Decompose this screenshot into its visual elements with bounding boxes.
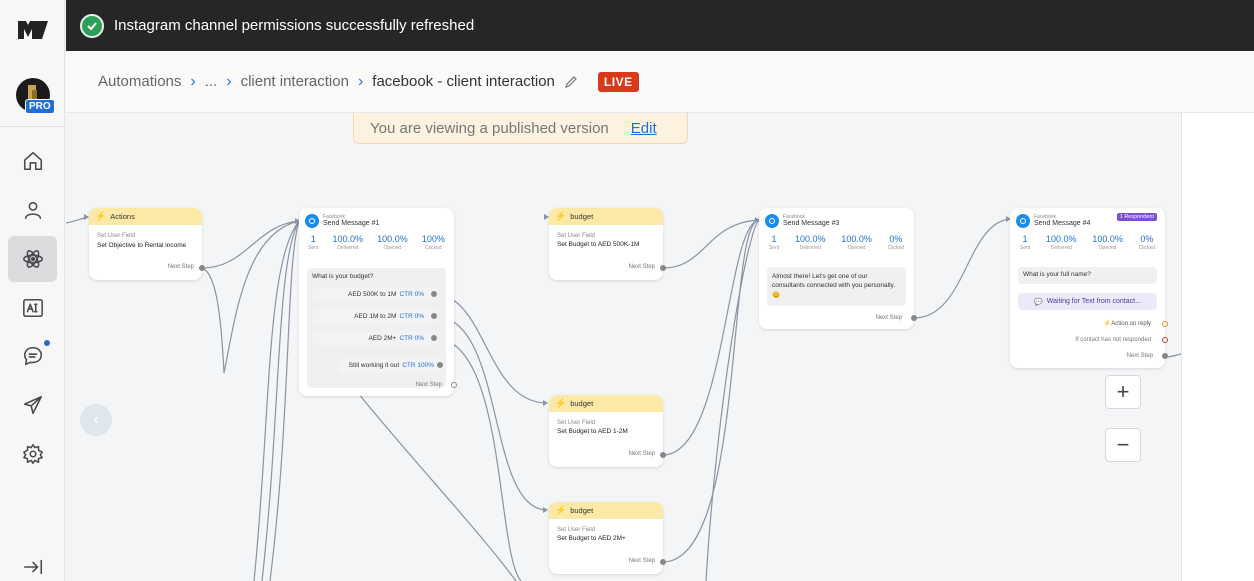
messenger-icon [1016, 214, 1030, 228]
published-version-banner: You are viewing a published version Edit [353, 113, 688, 144]
sidebar: PRO [0, 0, 65, 581]
flow-canvas[interactable]: You are viewing a published version Edit… [66, 113, 1181, 581]
collapse-sidebar-icon[interactable] [8, 556, 57, 581]
waiting-for-reply: 💬 Waiting for Text from contact... [1018, 293, 1157, 310]
timeout-port[interactable] [1162, 337, 1168, 343]
pencil-icon[interactable] [564, 75, 578, 89]
message-stats: 1 Sent 100.0% Delivered 100.0% Opened 0% Cli… [768, 234, 905, 251]
notification-dot [44, 340, 50, 346]
field-label: Set User Field [97, 233, 136, 239]
reply-port[interactable] [1162, 321, 1168, 327]
reply-button-1[interactable]: AED 500K to 1M CTR 0% [313, 287, 438, 302]
breadcrumb: Automations › ... › client interaction ›… [66, 51, 1254, 113]
live-badge: LIVE [597, 71, 639, 92]
right-panel [1181, 113, 1254, 581]
reply-button-4[interactable]: Still working it out CTR 100% [339, 358, 444, 373]
output-port[interactable] [660, 559, 666, 565]
button-port[interactable] [431, 291, 437, 297]
automation-icon[interactable] [8, 236, 57, 282]
success-toast: Instagram channel permissions successful… [66, 0, 1254, 51]
banner-text: You are viewing a published version [370, 119, 609, 137]
bolt-icon: ⚡ [555, 398, 567, 408]
chat-icon: 💬 [1034, 298, 1043, 306]
respondent-badge: 1 Respondent [1116, 213, 1157, 221]
edit-link[interactable]: Edit [631, 120, 657, 137]
bolt-icon: ⚡ [95, 211, 107, 221]
output-port[interactable] [1162, 353, 1168, 359]
messenger-icon [305, 214, 319, 228]
reply-button-3[interactable]: AED 2M+ CTR 0% [313, 331, 438, 346]
zoom-in-button[interactable]: + [1105, 375, 1141, 409]
send-message-3-node[interactable]: Facebook Send Message #3 1 Sent 100.0% Deli… [759, 208, 917, 329]
output-port[interactable] [451, 382, 457, 388]
button-port[interactable] [431, 335, 437, 341]
budget-node-3[interactable]: ⚡ budget Set User Field Set Budget to AED … [549, 502, 666, 574]
breadcrumb-ellipsis[interactable]: ... [205, 73, 218, 90]
bolt-icon: ⚡ [555, 505, 567, 515]
actions-node[interactable]: ⚡ Actions Set User Field Set Objective to… [89, 208, 205, 280]
check-circle-icon [80, 13, 104, 38]
action-on-reply: ⚡Action on reply [1103, 321, 1151, 327]
output-port[interactable] [199, 265, 205, 271]
page-title: facebook - client interaction [372, 73, 555, 90]
divider [0, 126, 65, 127]
breadcrumb-automations[interactable]: Automations [98, 73, 181, 90]
message-bubble: What is your full name? [1018, 267, 1157, 284]
live-chat-icon[interactable] [8, 333, 57, 379]
message-stats: 1 Sent 100.0% Delivered 100.0% Opened 100% C… [308, 234, 445, 251]
message-bubble: Almost there! Let's get one of our consu… [767, 267, 906, 306]
next-step-label: Next Step [415, 382, 442, 388]
output-port[interactable] [660, 265, 666, 271]
breadcrumb-folder[interactable]: client interaction [241, 73, 349, 90]
node-title: Actions [110, 212, 135, 221]
toast-message: Instagram channel permissions successful… [114, 17, 475, 34]
manychat-logo[interactable] [0, 0, 65, 58]
output-port[interactable] [911, 315, 917, 321]
budget-node-2[interactable]: ⚡ budget Set User Field Set Budget to AED … [549, 395, 666, 467]
next-step-label: Next Step [167, 264, 194, 270]
chevron-right-icon: › [357, 72, 364, 90]
field-value: Set Objective to Rental income [97, 242, 187, 249]
output-port[interactable] [660, 452, 666, 458]
message-stats: 1 Sent 100.0% Delivered 100.0% Opened 0% Cli… [1019, 234, 1156, 251]
chevron-right-icon: › [226, 72, 232, 90]
messenger-icon [765, 214, 779, 228]
contacts-icon[interactable] [8, 187, 57, 233]
settings-icon[interactable] [8, 431, 57, 477]
zoom-out-button[interactable]: − [1105, 428, 1141, 462]
send-message-1-node[interactable]: Facebook Send Message #1 1 Sent 100.0% Deli… [299, 208, 457, 396]
button-port[interactable] [431, 313, 437, 319]
budget-node-1[interactable]: ⚡ budget Set User Field Set Budget to AED … [549, 208, 666, 280]
chevron-left-icon[interactable]: ‹ [80, 404, 112, 436]
reply-button-2[interactable]: AED 1M to 2M CTR 0% [313, 309, 438, 324]
send-message-4-node[interactable]: 1 Respondent Facebook Send Message #4 1 Se… [1010, 208, 1168, 368]
button-port[interactable] [437, 362, 443, 368]
question-text: What is your budget? [312, 273, 374, 280]
node-title: Send Message #1 [323, 219, 380, 227]
chevron-right-icon: › [190, 72, 196, 90]
broadcast-icon[interactable] [8, 382, 57, 428]
home-icon[interactable] [8, 138, 57, 184]
pro-badge: PRO [25, 99, 55, 114]
ai-icon[interactable] [8, 285, 57, 331]
bolt-icon: ⚡ [555, 211, 567, 221]
